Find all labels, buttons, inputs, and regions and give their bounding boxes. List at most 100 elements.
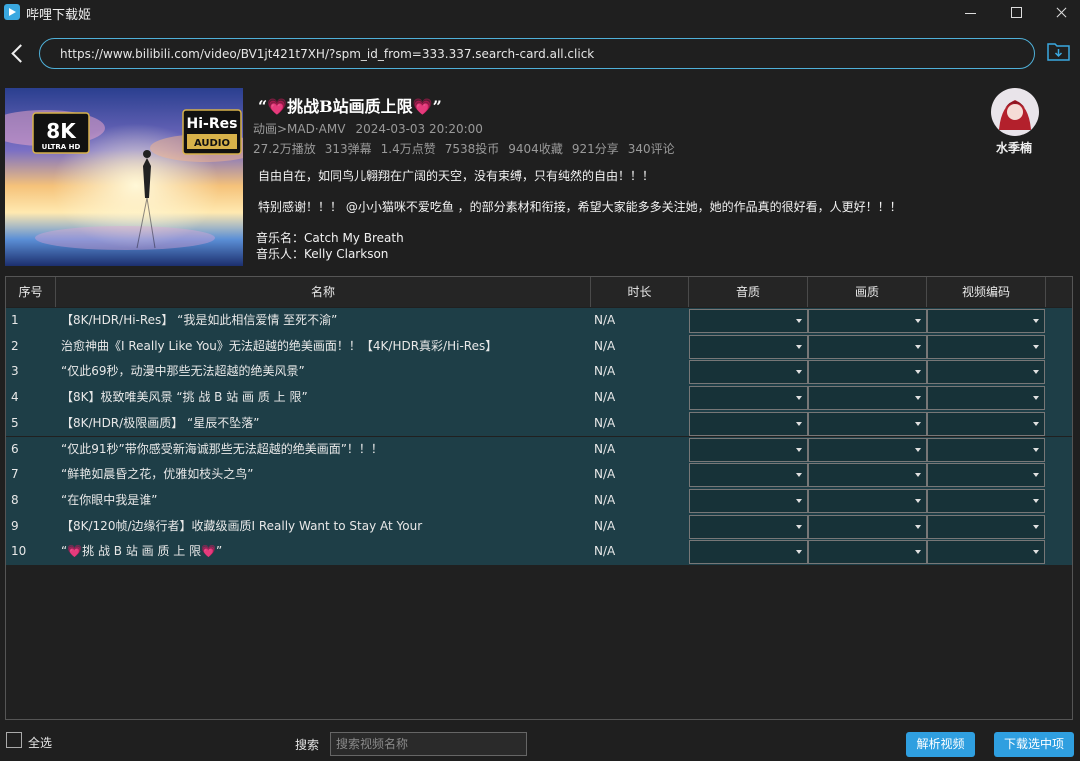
video-date: 2024-03-03 20:20:00 [355,122,483,136]
video-codec-dropdown[interactable] [927,309,1045,333]
video-codec-dropdown[interactable] [927,386,1045,411]
video-quality-dropdown[interactable] [808,437,927,462]
table-row[interactable]: 5 【8K/HDR/极限画质】 “星辰不坠落” N/A [6,410,1072,437]
table-row[interactable]: 1 【8K/HDR/Hi-Res】 “我是如此相信爱情 至死不渝” N/A [6,308,1072,334]
video-list-table: 序号 名称 时长 音质 画质 视频编码 1 【8K/HDR/Hi-Res】 “我是… [5,276,1073,720]
table-row[interactable]: 7 “鲜艳如晨昏之花，优雅如枝头之鸟” N/A [6,462,1072,488]
stat-favorites: 9404收藏 [508,142,563,156]
video-codec-dropdown[interactable] [927,540,1045,565]
row-duration: N/A [594,364,616,379]
video-cover-image: 8K ULTRA HD Hi-Res AUDIO [5,88,243,266]
row-name: 【8K/HDR/Hi-Res】 “我是如此相信爱情 至死不渝” [61,313,338,327]
music-artist: 音乐人：Kelly Clarkson [256,247,389,261]
row-duration: N/A [594,415,616,430]
audio-quality-dropdown[interactable] [689,334,808,359]
search-input[interactable] [330,732,527,756]
parse-video-button[interactable]: 解析视频 [906,732,975,757]
video-codec-dropdown[interactable] [927,437,1045,462]
row-index: 10 [11,544,27,559]
video-quality-dropdown[interactable] [808,309,927,333]
row-duration: N/A [594,441,616,456]
maximize-button[interactable] [993,0,1039,26]
stat-likes: 1.4万点赞 [380,142,436,156]
audio-quality-dropdown[interactable] [689,411,808,436]
row-duration: N/A [594,467,616,482]
video-meta: 动画>MAD·AMV 2024-03-03 20:20:00 [253,120,493,137]
row-name: “在你眼中我是谁” [61,492,158,507]
audio-quality-dropdown[interactable] [689,463,808,488]
video-codec-dropdown[interactable] [927,488,1045,513]
video-category: 动画>MAD·AMV [253,122,346,136]
video-quality-dropdown[interactable] [808,386,927,411]
header-name[interactable]: 名称 [56,277,591,307]
stat-comments: 340评论 [627,142,675,156]
video-quality-dropdown[interactable] [808,540,927,565]
video-codec-dropdown[interactable] [927,463,1045,488]
row-name: 【8K/HDR/极限画质】 “星辰不坠落” [61,415,260,430]
video-quality-dropdown[interactable] [808,463,927,488]
table-row[interactable]: 3 “仅此69秒，动漫中那些无法超越的绝美风景” N/A [6,359,1072,386]
stat-shares: 921分享 [571,142,619,156]
video-quality-dropdown[interactable] [808,514,927,539]
table-row[interactable]: 10 “💗挑 战 B 站 画 质 上 限💗” N/A [6,539,1072,565]
video-quality-dropdown[interactable] [808,360,927,385]
video-codec-dropdown[interactable] [927,360,1045,385]
row-name: 【8K/120帧/边缘行者】收藏级画质I Really Want to Stay… [61,518,423,533]
table-row[interactable]: 9 【8K/120帧/边缘行者】收藏级画质I Really Want to Sta… [6,513,1072,540]
download-selected-button[interactable]: 下载选中项 [994,732,1074,757]
row-index: 7 [11,467,19,482]
row-name: “仅此91秒”带你感受新海诚那些无法超越的绝美画面”！！！ [61,441,383,456]
audio-quality-dropdown[interactable] [689,437,808,462]
row-index: 1 [11,313,19,327]
video-codec-dropdown[interactable] [927,334,1045,359]
header-index[interactable]: 序号 [6,277,56,307]
search-label: 搜索 [295,738,320,752]
badge-hires: Hi-Res [187,116,238,132]
row-duration: N/A [594,544,616,559]
select-all-checkbox[interactable] [6,732,22,748]
header-video-codec[interactable]: 视频编码 [927,277,1046,307]
row-duration: N/A [594,390,616,405]
audio-quality-dropdown[interactable] [689,386,808,411]
video-quality-dropdown[interactable] [808,411,927,436]
table-row[interactable]: 6 “仅此91秒”带你感受新海诚那些无法超越的绝美画面”！！！ N/A [6,436,1072,463]
url-input[interactable] [39,38,1035,69]
row-index: 8 [11,492,19,507]
video-title: “💗挑战B站画质上限💗” [258,97,442,116]
stat-coins: 7538投币 [444,142,500,156]
table-row[interactable]: 8 “在你眼中我是谁” N/A [6,487,1072,514]
minimize-button[interactable] [948,0,994,26]
select-all-label[interactable]: 全选 [28,734,52,751]
close-button[interactable] [1038,0,1080,26]
row-duration: N/A [594,492,616,507]
header-duration[interactable]: 时长 [591,277,689,307]
video-codec-dropdown[interactable] [927,514,1045,539]
video-quality-dropdown[interactable] [808,334,927,359]
audio-quality-dropdown[interactable] [689,488,808,513]
back-button[interactable] [8,42,26,66]
stat-danmaku: 313弹幕 [324,142,372,156]
video-codec-dropdown[interactable] [927,411,1045,436]
row-name: “💗挑 战 B 站 画 质 上 限💗” [61,544,223,559]
row-index: 5 [11,415,19,430]
audio-quality-dropdown[interactable] [689,540,808,565]
uploader-name[interactable]: 水季楠 [996,139,1032,156]
header-audio-quality[interactable]: 音质 [689,277,808,307]
uploader-avatar[interactable] [991,88,1039,136]
video-quality-dropdown[interactable] [808,488,927,513]
row-index: 9 [11,518,19,533]
audio-quality-dropdown[interactable] [689,309,808,333]
title-bar: 哔哩下载姬 [0,0,1080,26]
video-description-line1: 自由自在，如同鸟儿翱翔在广阔的天空，没有束缚，只有纯然的自由！！！ [258,169,655,183]
badge-ultra-hd: ULTRA HD [42,143,81,151]
table-row[interactable]: 2 治愈神曲《I Really Like You》无法超越的绝美画面！！【4K/H… [6,333,1072,360]
row-name: 【8K】极致唯美风景 “挑 战 B 站 画 质 上 限” [61,390,308,405]
table-row[interactable]: 4 【8K】极致唯美风景 “挑 战 B 站 画 质 上 限” N/A [6,385,1072,411]
row-duration: N/A [594,313,616,327]
app-title: 哔哩下载姬 [26,8,92,23]
download-manager-icon[interactable] [1046,40,1071,62]
audio-quality-dropdown[interactable] [689,360,808,385]
audio-quality-dropdown[interactable] [689,514,808,539]
badge-audio: AUDIO [194,138,230,149]
header-video-quality[interactable]: 画质 [808,277,927,307]
